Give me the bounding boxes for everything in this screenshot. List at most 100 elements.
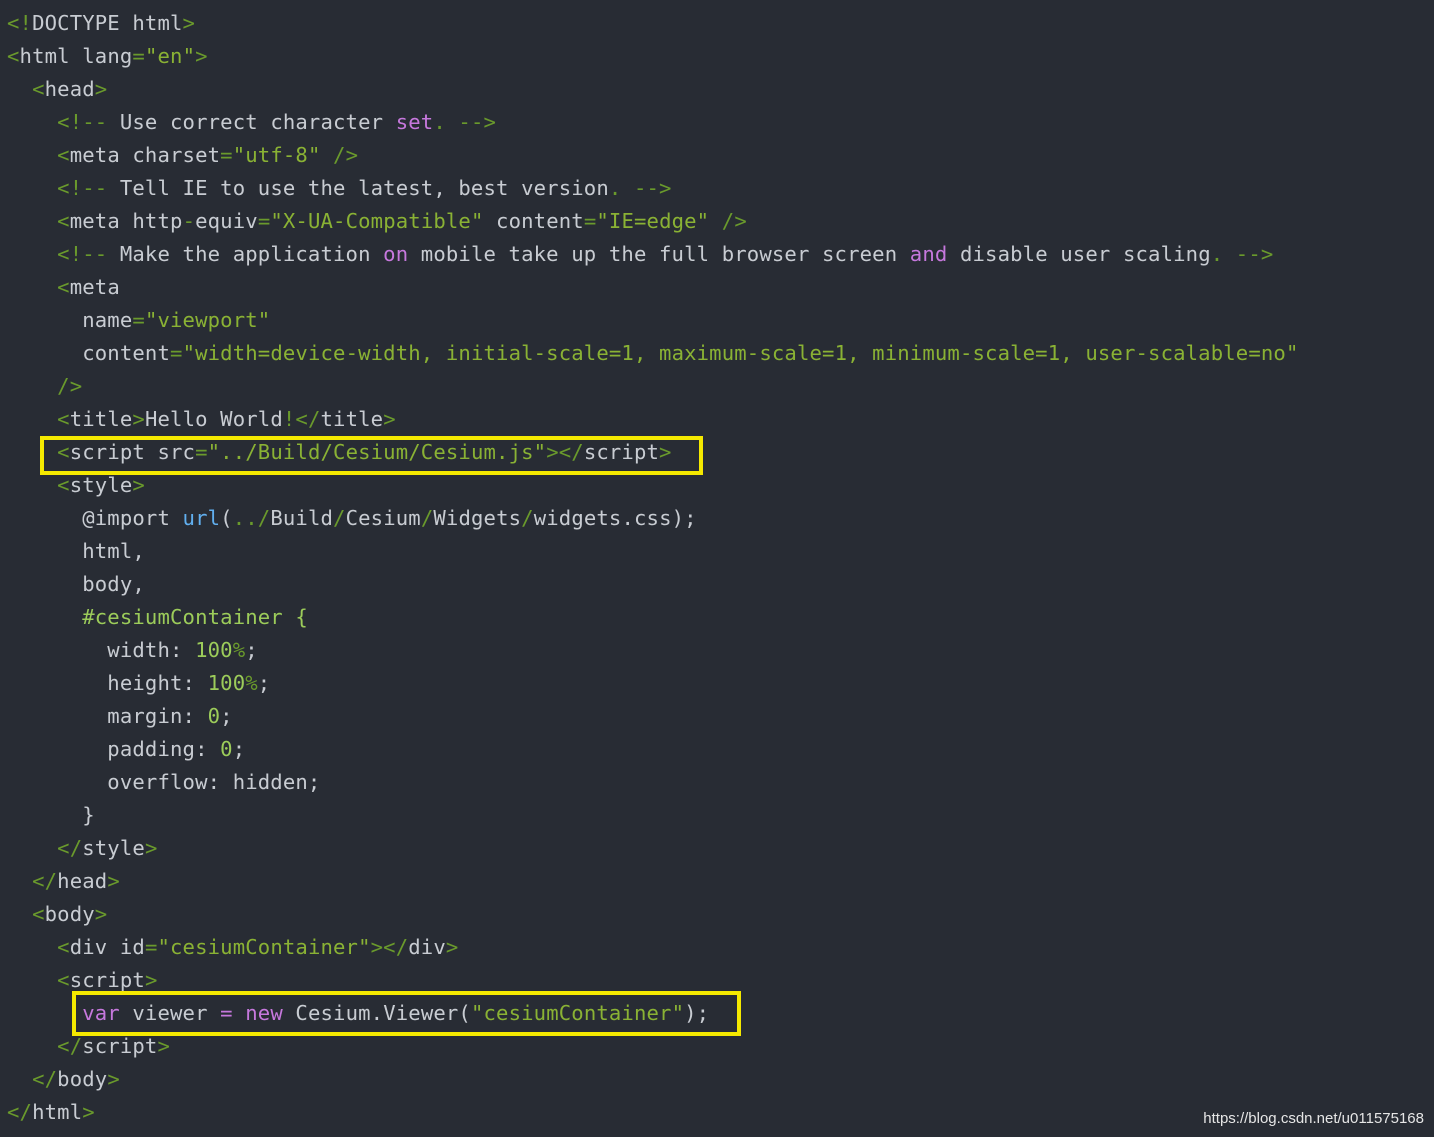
code-token: style — [69, 473, 133, 497]
code-token: = — [170, 341, 183, 365]
code-token: > — [94, 902, 108, 926]
code-token: <!-- — [57, 110, 120, 134]
code-token: 100 — [195, 638, 233, 662]
code-token: < — [32, 902, 45, 926]
code-token: title — [320, 407, 384, 431]
code-token: / — [333, 506, 346, 530]
code-token: < — [57, 143, 70, 167]
code-token: > — [445, 935, 459, 959]
code-token: equiv — [195, 209, 258, 233]
code-line: name="viewport" — [7, 304, 1299, 337]
code-token: "X-UA-Compatible" — [270, 209, 484, 233]
code-token: <! — [7, 11, 33, 35]
code-token: . --> — [608, 176, 672, 200]
code-line: html, — [7, 535, 1299, 568]
code-line: </body> — [7, 1063, 1299, 1096]
code-token: "en" — [144, 44, 196, 68]
code-token: ( — [220, 506, 233, 530]
code-token: </ — [32, 869, 58, 893]
code-token: 100 — [207, 671, 246, 695]
code-token: script — [69, 968, 145, 992]
code-token: . --> — [433, 110, 497, 134]
code-token: body, — [7, 572, 145, 596]
code-token: title — [69, 407, 133, 431]
code-line: </html> — [7, 1096, 1299, 1129]
code-token: /> — [57, 374, 83, 398]
code-line: overflow: hidden; — [7, 766, 1299, 799]
code-token: = — [144, 935, 158, 959]
code-token: disable user scaling — [947, 242, 1211, 266]
code-token: </ — [57, 1034, 83, 1058]
code-token: widgets.css); — [533, 506, 697, 530]
code-token: > — [144, 836, 158, 860]
code-token: > — [132, 473, 145, 497]
code-token: > — [195, 44, 208, 68]
code-token: script — [82, 1034, 158, 1058]
code-token: = — [132, 308, 145, 332]
code-line: width: 100%; — [7, 634, 1299, 667]
code-token: % — [232, 638, 246, 662]
code-token: Tell IE to use the latest, best version — [119, 176, 609, 200]
code-line: <!-- Use correct character set. --> — [7, 106, 1299, 139]
code-token: ../ — [232, 506, 271, 530]
code-token: % — [245, 671, 258, 695]
code-token: / — [521, 506, 534, 530]
code-token: < — [57, 209, 70, 233]
code-token: <!-- — [57, 242, 120, 266]
code-token: = — [257, 209, 271, 233]
code-token: "viewport" — [144, 308, 271, 332]
code-token: div id — [69, 935, 145, 959]
code-token: < — [32, 77, 45, 101]
code-token: 0 — [207, 704, 221, 728]
code-line: <body> — [7, 898, 1299, 931]
code-line: <!-- Tell IE to use the latest, best ver… — [7, 172, 1299, 205]
code-token: mobile take up the full browser screen — [408, 242, 910, 266]
watermark-url: https://blog.csdn.net/u011575168 — [1203, 1110, 1424, 1127]
code-token: content — [483, 209, 584, 233]
code-token: < — [57, 473, 70, 497]
code-token: ; — [232, 737, 246, 761]
code-line: </style> — [7, 832, 1299, 865]
code-token: name — [7, 308, 133, 332]
code-token: > — [107, 869, 120, 893]
code-token: @import — [7, 506, 183, 530]
code-token: </ — [32, 1067, 58, 1091]
code-token: "utf-8" — [232, 143, 321, 167]
code-line: padding: 0; — [7, 733, 1299, 766]
code-token: overflow: hidden; — [7, 770, 321, 794]
code-token: meta http — [69, 209, 183, 233]
code-line: @import url(../Build/Cesium/Widgets/widg… — [7, 502, 1299, 535]
code-token: Widgets — [433, 506, 522, 530]
code-token: > — [94, 77, 108, 101]
code-line: <html lang="en"> — [7, 40, 1299, 73]
code-token: 0 — [220, 737, 233, 761]
viewer-init-highlight-box — [72, 991, 741, 1036]
code-token: meta — [69, 275, 120, 299]
code-token: set — [395, 110, 434, 134]
code-line: </head> — [7, 865, 1299, 898]
code-token: body — [57, 1067, 108, 1091]
code-line: <!-- Make the application on mobile take… — [7, 238, 1299, 271]
code-token: url — [182, 506, 221, 530]
code-token: head — [44, 77, 95, 101]
code-token: < — [7, 44, 20, 68]
code-token: on — [383, 242, 409, 266]
code-token: "IE=edge" — [596, 209, 710, 233]
code-token: < — [57, 968, 70, 992]
code-token: > — [383, 407, 396, 431]
code-token: meta charset — [69, 143, 221, 167]
